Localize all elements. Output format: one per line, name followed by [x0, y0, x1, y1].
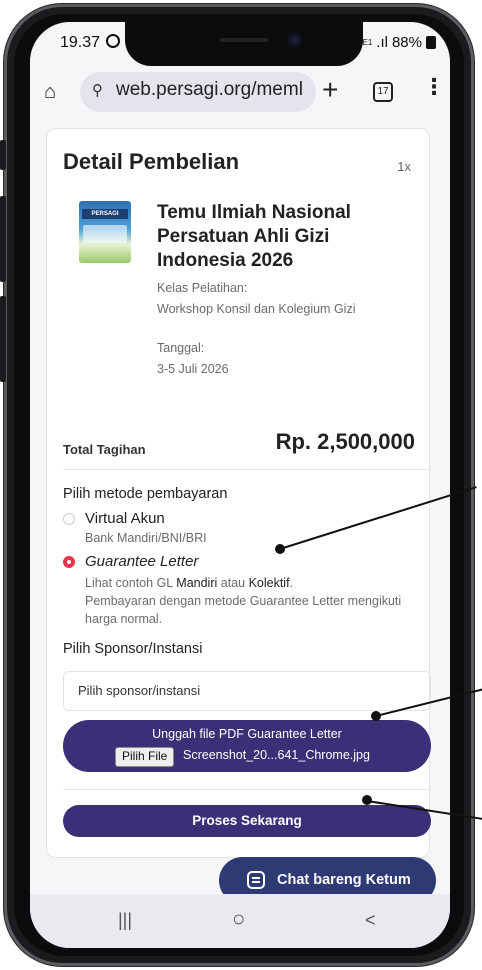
speaker-grille [220, 38, 268, 42]
gl-example-kolektif-link[interactable]: Kolektif [249, 576, 290, 590]
phone-screen: 19.37 Vo)) LTE1 .ıl 88% ⌂ ⚲ web.persagi.… [30, 22, 450, 948]
order-detail-card: Detail Pembelian 1x PERSAGI Temu Ilmiah … [46, 128, 431, 858]
camera-notch [125, 22, 363, 66]
recent-apps-icon[interactable]: ||| [118, 910, 132, 931]
url-text[interactable]: web.persagi.org/meml [116, 79, 312, 101]
process-now-button[interactable]: Proses Sekarang [63, 805, 431, 837]
class-value: Workshop Konsil dan Kolegium Gizi [157, 302, 356, 316]
chat-label: Chat bareng Ketum [277, 872, 411, 888]
selected-filename: Screenshot_20...641_Chrome.jpg [183, 748, 370, 762]
divider [63, 789, 431, 790]
choose-file-button[interactable]: Pilih File [115, 747, 175, 767]
date-value: 3-5 Juli 2026 [157, 362, 229, 376]
date-label: Tanggal: [157, 341, 205, 355]
radio-virtual-account[interactable] [63, 513, 75, 525]
page-title: Detail Pembelian [63, 149, 240, 174]
volume-down-button [0, 296, 6, 382]
guarantee-letter-description: Lihat contoh GL Mandiri atau Kolektif. P… [85, 574, 425, 628]
callout-dot-upload [371, 711, 381, 721]
home-nav-icon[interactable]: ○ [232, 906, 245, 932]
class-label: Kelas Pelatihan: [157, 281, 248, 295]
callout-dot-submit [362, 795, 372, 805]
battery-percent: 88% [391, 34, 422, 51]
volume-button [0, 140, 6, 170]
total-value: Rp. 2,500,000 [275, 429, 415, 454]
gl-desc-prefix: Lihat contoh GL [85, 576, 177, 590]
android-nav-bar: ||| ○ < [30, 894, 450, 948]
product-name: Temu Ilmiah Nasional Persatuan Ahli Gizi… [157, 202, 351, 271]
gl-example-mandiri-link[interactable]: Mandiri [176, 576, 217, 590]
new-tab-icon[interactable]: + [322, 74, 338, 106]
poster-title: PERSAGI [82, 209, 128, 219]
event-poster-image: PERSAGI [79, 201, 131, 263]
site-settings-icon[interactable]: ⚲ [92, 81, 103, 99]
option-guarantee-letter[interactable]: Guarantee Letter [85, 553, 198, 570]
chat-icon [247, 871, 265, 889]
home-icon[interactable]: ⌂ [44, 81, 56, 104]
divider [63, 469, 431, 470]
tab-count-icon[interactable]: 17 [373, 82, 393, 102]
front-camera [288, 33, 302, 47]
option-virtual-account-banks: Bank Mandiri/BNI/BRI [85, 531, 207, 545]
upload-guarantee-letter-area[interactable]: Unggah file PDF Guarantee Letter Pilih F… [63, 720, 431, 772]
sponsor-select[interactable]: Pilih sponsor/instansi [63, 671, 431, 711]
sponsor-label: Pilih Sponsor/Instansi [63, 641, 203, 657]
whatsapp-icon [106, 34, 120, 48]
option-virtual-account[interactable]: Virtual Akun [85, 510, 165, 527]
gl-pricing-note: Pembayaran dengan metode Guarantee Lette… [85, 594, 402, 626]
more-menu-icon[interactable]: ⋮ [423, 76, 445, 98]
signal-icon: .ıl [376, 34, 388, 51]
browser-toolbar: ⌂ ⚲ web.persagi.org/meml + 17 ⋮ [30, 66, 450, 118]
gl-desc-suffix: . [289, 576, 294, 590]
upload-title: Unggah file PDF Guarantee Letter [152, 727, 342, 741]
callout-dot-payment [275, 544, 285, 554]
battery-icon [426, 36, 436, 49]
radio-guarantee-letter[interactable] [63, 556, 75, 568]
total-label: Total Tagihan [63, 442, 146, 457]
volume-up-button [0, 196, 6, 282]
poster-graphic [83, 225, 127, 243]
status-time: 19.37 [60, 34, 101, 51]
payment-method-label: Pilih metode pembayaran [63, 486, 228, 502]
gl-desc-mid: atau [217, 576, 249, 590]
back-icon[interactable]: < [365, 910, 376, 931]
quantity: 1x [397, 159, 411, 174]
